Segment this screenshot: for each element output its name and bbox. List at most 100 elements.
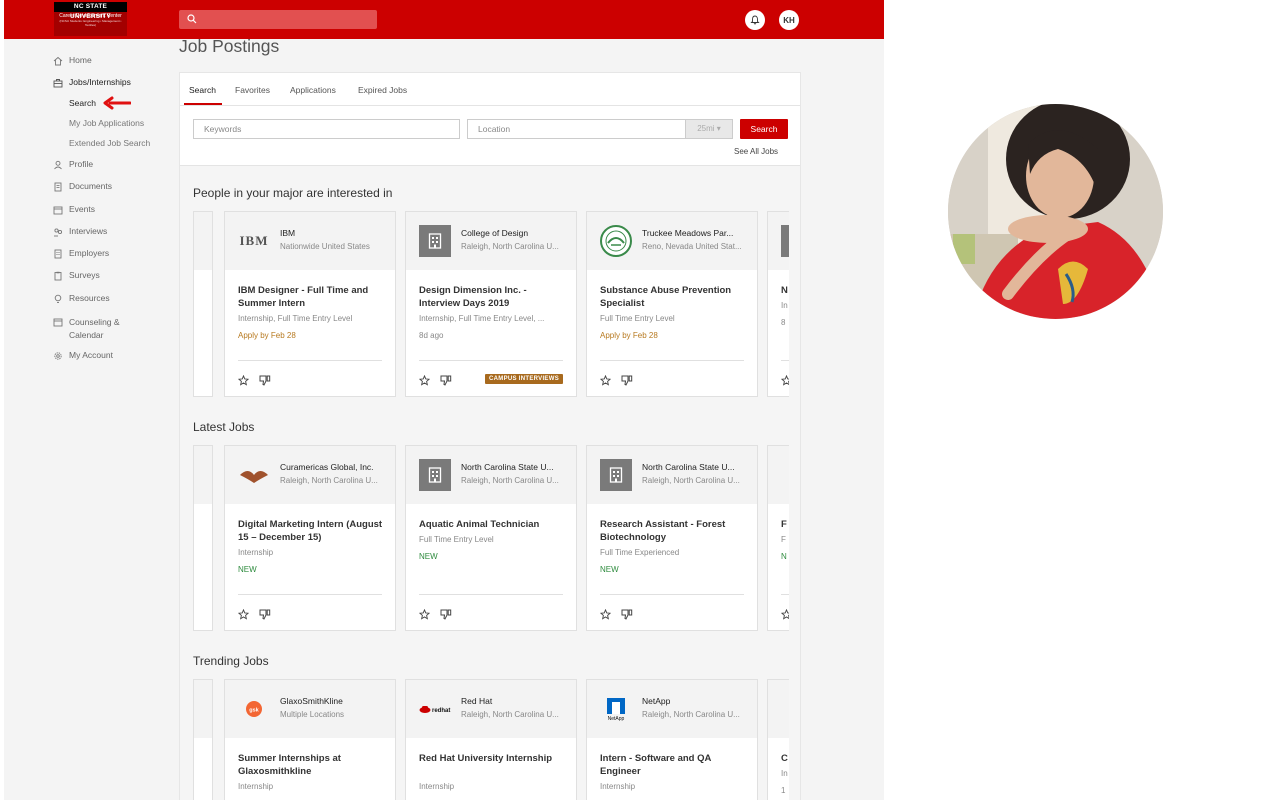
job-title[interactable]: Digital Marketing Intern (August 15 – De… [238, 518, 386, 544]
thumbs-down-icon[interactable] [440, 607, 452, 625]
job-card[interactable]: Curamericas Global, Inc. Raleigh, North C… [224, 445, 396, 631]
favorite-star-icon[interactable] [237, 607, 250, 625]
building-logo [419, 459, 451, 491]
global-search-input[interactable] [179, 10, 377, 29]
job-location: Raleigh, North Carolina U... [461, 242, 559, 251]
sidebar-item-label: Interviews [69, 226, 108, 236]
job-title[interactable]: Substance Abuse Prevention Specialist [600, 284, 748, 310]
sidebar-item-label: Profile [69, 159, 94, 169]
sidebar-item-employers[interactable]: Employers [52, 248, 109, 260]
employer-name[interactable]: Truckee Meadows Par... [642, 228, 754, 238]
employer-name[interactable]: GlaxoSmithKline [280, 696, 392, 706]
employer-name[interactable]: North Carolina State U... [461, 462, 573, 472]
sidebar-item-label: Counseling & Calendar [69, 317, 120, 340]
employer-name[interactable]: Curamericas Global, Inc. [280, 462, 392, 472]
job-meta: N [781, 552, 787, 561]
ncsu-logo[interactable]: NC STATE UNIVERSITY Career Development C… [54, 2, 127, 36]
job-card[interactable]: IBM IBM Nationwide United States IBM Design… [224, 211, 396, 397]
job-card[interactable]: FFN [767, 445, 789, 631]
favorite-star-icon[interactable] [599, 607, 612, 625]
job-title[interactable]: Aquatic Animal Technician [419, 518, 567, 531]
calendar-icon [52, 204, 64, 216]
sidebar-item-jobs-internships[interactable]: Jobs/Internships [52, 77, 131, 89]
job-location: Raleigh, North Carolina U... [642, 476, 740, 485]
distance-select[interactable]: 25mi ▾ [685, 119, 733, 139]
favorite-star-icon[interactable] [780, 373, 789, 391]
job-location: Reno, Nevada United Stat... [642, 242, 742, 251]
tab-expired-jobs[interactable]: Expired Jobs [358, 85, 407, 95]
sidebar-item-surveys[interactable]: Surveys [52, 270, 100, 282]
tab-applications[interactable]: Applications [290, 85, 336, 95]
user-avatar-button[interactable]: KH [779, 10, 799, 30]
job-title[interactable]: F [781, 518, 789, 531]
job-type: Internship [419, 782, 455, 791]
job-card[interactable]: North Carolina State U... Raleigh, North … [586, 445, 758, 631]
blank-logo [781, 693, 789, 725]
job-type: In [781, 769, 788, 778]
job-card-partial[interactable] [193, 211, 213, 397]
job-sections: People in your major are interested in I… [180, 166, 800, 800]
job-card[interactable]: NetApp NetApp Raleigh, North Carolina U...… [586, 679, 758, 800]
favorite-star-icon[interactable] [418, 373, 431, 391]
sidebar-item-label: My Account [69, 350, 113, 360]
divider [781, 360, 789, 361]
sidebar-subitem-extended-job-search[interactable]: Extended Job Search [69, 138, 150, 148]
thumbs-down-icon[interactable] [259, 373, 271, 391]
sidebar-item-profile[interactable]: Profile [52, 159, 93, 171]
employer-name[interactable]: IBM [280, 228, 392, 238]
sidebar-subitem-my-job-applications[interactable]: My Job Applications [69, 118, 144, 128]
thumbs-down-icon[interactable] [440, 373, 452, 391]
see-all-jobs-link[interactable]: See All Jobs [734, 147, 778, 156]
favorite-star-icon[interactable] [237, 373, 250, 391]
favorite-star-icon[interactable] [780, 607, 789, 625]
divider [238, 594, 382, 595]
favorite-star-icon[interactable] [599, 373, 612, 391]
thumbs-down-icon[interactable] [259, 607, 271, 625]
job-card-partial[interactable] [193, 445, 213, 631]
job-card[interactable]: North Carolina State U... Raleigh, North … [405, 445, 577, 631]
sidebar-item-home[interactable]: Home [52, 55, 92, 67]
job-type: Internship [600, 782, 636, 791]
job-card[interactable]: gsk GlaxoSmithKline Multiple Locations Summ… [224, 679, 396, 800]
location-input[interactable]: Location [467, 119, 686, 139]
building-logo [781, 225, 789, 257]
job-card[interactable]: N In In 8 [767, 211, 789, 397]
job-title[interactable]: Intern - Software and QA Engineer [600, 752, 748, 778]
employer-name[interactable]: North Carolina State U... [642, 462, 754, 472]
favorite-star-icon[interactable] [418, 607, 431, 625]
tab-search[interactable]: Search [189, 85, 216, 95]
sidebar-subitem-search[interactable]: Search [69, 98, 96, 108]
job-card[interactable]: redhat Red Hat Raleigh, North Carolina U..… [405, 679, 577, 800]
job-title[interactable]: Research Assistant - Forest Biotechnolog… [600, 518, 748, 544]
job-title[interactable]: Design Dimension Inc. - Interview Days 2… [419, 284, 567, 310]
thumbs-down-icon[interactable] [621, 373, 633, 391]
job-title[interactable]: IBM Designer - Full Time and Summer Inte… [238, 284, 386, 310]
job-type: Internship [238, 782, 274, 791]
divider [600, 360, 744, 361]
briefcase-icon [52, 77, 64, 89]
job-title[interactable]: N In [781, 284, 789, 297]
job-title[interactable]: Summer Internships at Glaxosmithkline [238, 752, 386, 778]
home-icon [52, 55, 64, 67]
job-card[interactable]: College of Design Raleigh, North Carolina… [405, 211, 577, 397]
job-card[interactable]: Truckee Meadows Par... Reno, Nevada Unite… [586, 211, 758, 397]
employer-name[interactable]: NetApp [642, 696, 754, 706]
keywords-input[interactable]: Keywords [193, 119, 460, 139]
job-card-partial[interactable] [193, 679, 213, 800]
sidebar-item-my-account[interactable]: My Account [52, 350, 113, 362]
sidebar-item-counseling-calendar[interactable]: Counseling & Calendar [52, 316, 139, 342]
job-title[interactable]: Red Hat University Internship [419, 752, 567, 765]
search-button[interactable]: Search [740, 119, 788, 139]
tab-favorites[interactable]: Favorites [235, 85, 270, 95]
sidebar-item-resources[interactable]: Resources [52, 293, 110, 305]
sidebar-item-interviews[interactable]: Interviews [52, 226, 107, 238]
job-card[interactable]: C In 1 [767, 679, 789, 800]
notifications-button[interactable] [745, 10, 765, 30]
sidebar-item-documents[interactable]: Documents [52, 181, 112, 193]
sidebar-item-events[interactable]: Events [52, 204, 95, 216]
employer-name[interactable]: College of Design [461, 228, 573, 238]
employer-name[interactable]: Red Hat [461, 696, 573, 706]
thumbs-down-icon[interactable] [621, 607, 633, 625]
job-type: Full Time Entry Level [419, 535, 494, 544]
job-title[interactable]: C [781, 752, 789, 765]
